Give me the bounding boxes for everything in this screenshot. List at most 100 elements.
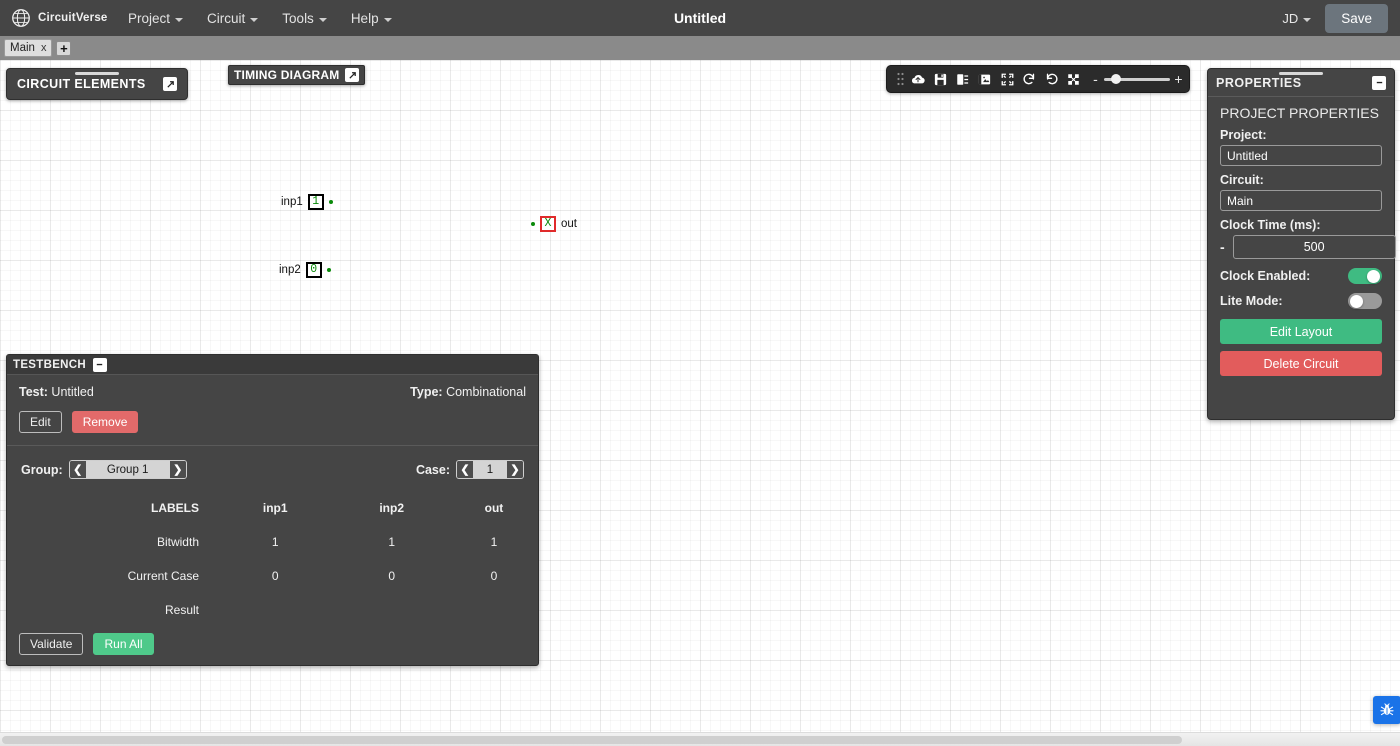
circuit-tab-bar: Main x + xyxy=(0,36,1400,60)
clock-decrement-button[interactable]: - xyxy=(1220,239,1225,255)
minimize-icon[interactable] xyxy=(1372,75,1386,90)
save-online-button[interactable] xyxy=(907,68,929,90)
redo-button[interactable] xyxy=(1041,68,1063,90)
zoom-in-button[interactable]: + xyxy=(1174,72,1183,86)
user-menu[interactable]: JD xyxy=(1282,11,1312,26)
save-offline-button[interactable] xyxy=(929,68,951,90)
brand[interactable]: CircuitVerse xyxy=(0,7,120,29)
clock-enabled-toggle[interactable] xyxy=(1348,268,1382,284)
properties-header[interactable]: PROPERTIES xyxy=(1208,69,1394,97)
zoom-fit-button[interactable] xyxy=(996,68,1018,90)
zoom-slider-thumb[interactable] xyxy=(1110,74,1121,84)
chevron-right-icon[interactable]: ❯ xyxy=(507,461,523,478)
canvas-element-inp1[interactable]: inp1 1 xyxy=(281,194,333,210)
export-image-button[interactable] xyxy=(974,68,996,90)
group-label: Group: xyxy=(21,462,63,477)
canvas-element-out[interactable]: X out xyxy=(531,216,577,232)
input-node-box[interactable]: 0 xyxy=(305,262,322,278)
input-node-box[interactable]: 1 xyxy=(307,194,324,210)
redo-icon xyxy=(1046,73,1058,85)
group-stepper-group: Group: ❮ Group 1 ❯ xyxy=(21,460,187,479)
case-stepper: ❮ 1 ❯ xyxy=(456,460,524,479)
add-circuit-button[interactable]: + xyxy=(56,40,72,56)
nav-item-tools[interactable]: Tools xyxy=(280,8,329,29)
validate-button[interactable]: Validate xyxy=(19,633,84,655)
chevron-left-icon[interactable]: ❮ xyxy=(69,461,86,478)
column-header-inp2: inp2 xyxy=(379,501,405,515)
table-row: Result xyxy=(7,593,538,627)
nav-label: Help xyxy=(350,10,379,26)
row-label: Bitwidth xyxy=(156,535,199,549)
navbar-right: JD Save xyxy=(1282,3,1400,33)
edit-layout-button[interactable]: Edit Layout xyxy=(1220,319,1382,344)
nav-item-project[interactable]: Project xyxy=(126,8,185,29)
remove-testbench-button[interactable]: Remove xyxy=(71,411,139,433)
save-disk-icon xyxy=(934,73,947,85)
element-label: out xyxy=(561,218,577,230)
properties-body: PROJECT PROPERTIES Project: Circuit: Clo… xyxy=(1208,97,1396,386)
table-row: Current Case 0 0 0 xyxy=(7,559,538,593)
scrollbar-thumb[interactable] xyxy=(2,736,1182,744)
panel-title: TIMING DIAGRAM xyxy=(234,68,340,82)
zoom-out-button[interactable]: - xyxy=(1091,72,1100,86)
nav-menu: Project Circuit Tools Help xyxy=(126,8,394,29)
project-name-input[interactable] xyxy=(1220,145,1382,166)
case-label: Case: xyxy=(415,462,450,477)
row-label: Current Case xyxy=(127,569,199,583)
timing-diagram-panel[interactable]: TIMING DIAGRAM xyxy=(228,65,366,85)
output-pin[interactable] xyxy=(328,200,333,204)
testbench-panel: TESTBENCH Test: Untitled Type: Combinati… xyxy=(6,354,539,666)
group-value[interactable]: Group 1 xyxy=(85,461,170,478)
input-pin[interactable] xyxy=(531,222,535,226)
fullscreen-button[interactable] xyxy=(1063,68,1085,90)
tab-label: Main xyxy=(10,42,35,54)
testbench-footer: Validate Run All xyxy=(7,633,538,665)
output-node-box[interactable]: X xyxy=(540,216,556,232)
output-pin[interactable] xyxy=(326,268,331,272)
lite-mode-toggle[interactable] xyxy=(1348,293,1382,309)
drag-handle[interactable] xyxy=(1279,72,1323,75)
run-all-button[interactable]: Run All xyxy=(93,633,154,655)
zoom-slider-group: - + xyxy=(1091,72,1183,86)
table-row: Bitwidth 1 1 1 xyxy=(7,525,538,559)
nav-item-circuit[interactable]: Circuit xyxy=(205,8,260,29)
tab-main[interactable]: Main x xyxy=(4,39,53,57)
expand-panel-icon[interactable] xyxy=(163,77,177,91)
download-image-button[interactable] xyxy=(952,68,974,90)
undo-button[interactable] xyxy=(1018,68,1040,90)
chevron-down-icon xyxy=(1303,17,1312,22)
chevron-left-icon[interactable]: ❮ xyxy=(457,461,473,478)
zoom-slider[interactable] xyxy=(1103,74,1170,84)
canvas-horizontal-scrollbar[interactable] xyxy=(0,732,1400,746)
save-button[interactable]: Save xyxy=(1325,3,1388,33)
toggle-knob xyxy=(1350,294,1363,308)
cell-out xyxy=(450,593,538,627)
expand-panel-icon[interactable] xyxy=(345,68,360,82)
type-label: Type: xyxy=(410,385,443,399)
debug-button[interactable] xyxy=(1373,696,1400,724)
testbench-action-buttons: Edit Remove xyxy=(19,411,526,433)
drag-handle[interactable] xyxy=(75,72,119,75)
project-label: Project: xyxy=(1220,128,1267,142)
chevron-right-icon[interactable]: ❯ xyxy=(169,461,186,478)
clock-time-input[interactable] xyxy=(1232,235,1396,259)
type-value: Combinational xyxy=(446,385,526,399)
nav-label: Project xyxy=(128,10,171,26)
table-header-row: LABELS inp1 inp2 out xyxy=(7,491,538,525)
testbench-info-section: Test: Untitled Type: Combinational Edit … xyxy=(7,375,538,446)
minimize-icon[interactable] xyxy=(92,357,107,372)
nav-item-help[interactable]: Help xyxy=(349,8,394,29)
canvas-element-inp2[interactable]: inp2 0 xyxy=(279,262,331,278)
delete-circuit-button[interactable]: Delete Circuit xyxy=(1220,351,1382,376)
circuit-name-input[interactable] xyxy=(1220,190,1382,211)
column-header-out: out xyxy=(484,501,504,515)
drag-grip-icon[interactable] xyxy=(893,72,907,86)
close-icon[interactable]: x xyxy=(41,42,47,54)
circuit-label: Circuit: xyxy=(1220,173,1264,187)
circuit-elements-panel[interactable]: CIRCUIT ELEMENTS xyxy=(6,68,188,100)
chevron-down-icon xyxy=(175,17,184,22)
testbench-header[interactable]: TESTBENCH xyxy=(7,355,538,375)
edit-testbench-button[interactable]: Edit xyxy=(19,411,62,433)
case-value[interactable]: 1 xyxy=(473,461,507,478)
clock-time-label: Clock Time (ms): xyxy=(1220,218,1321,232)
